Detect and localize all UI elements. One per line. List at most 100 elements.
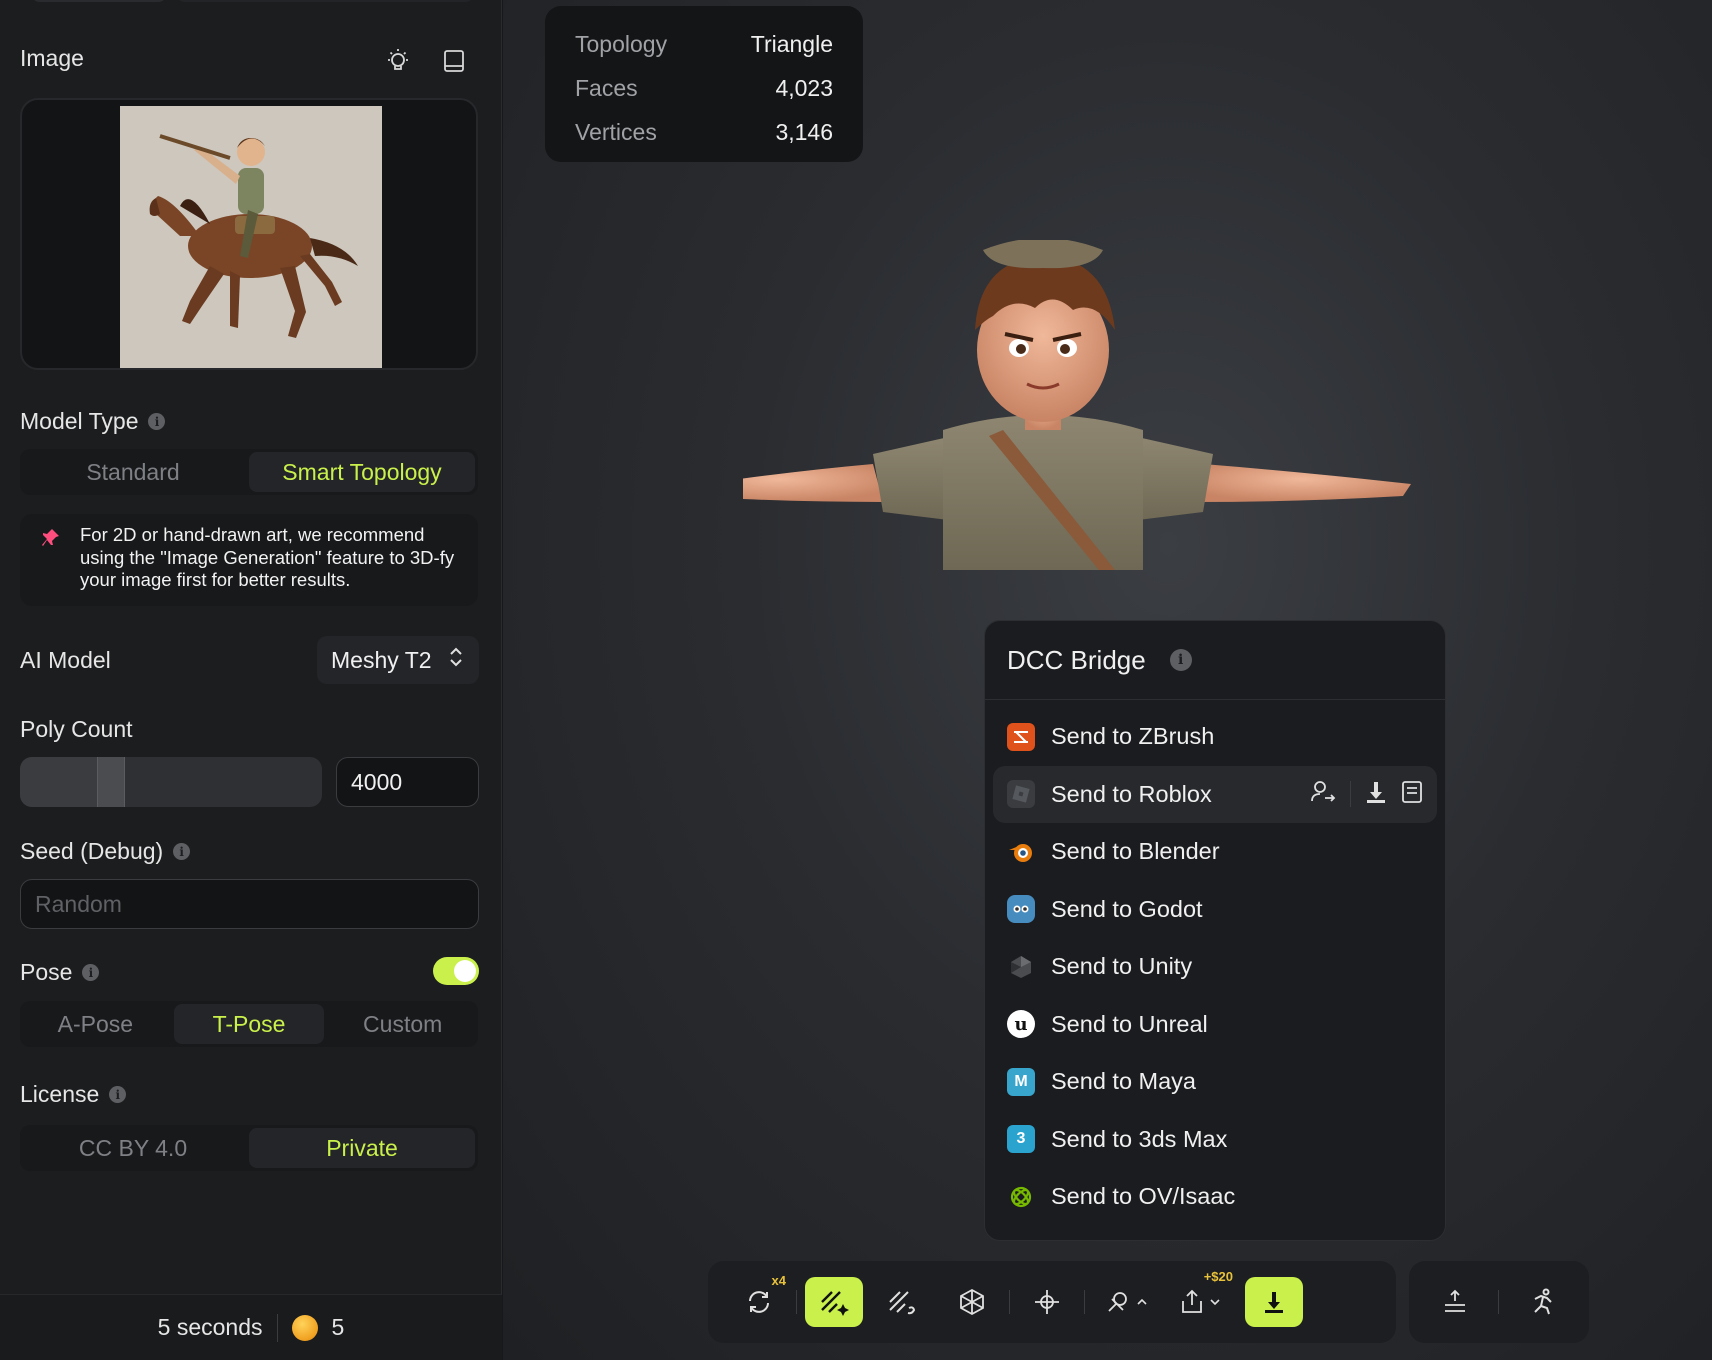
rig-button[interactable]: [1018, 1277, 1076, 1327]
dcc-item-label: Send to OV/Isaac: [1051, 1183, 1236, 1210]
animate-menu-button[interactable]: [1093, 1277, 1159, 1327]
pin-icon: [42, 528, 60, 553]
adjust-ground-button[interactable]: [1426, 1277, 1484, 1327]
send-to-zbrush[interactable]: Send to ZBrush: [993, 708, 1437, 766]
poly-count-slider[interactable]: [20, 757, 322, 807]
info-icon[interactable]: i: [173, 843, 191, 860]
dcc-app-list: Send to ZBrush Send to Roblox Send to Bl…: [985, 700, 1445, 1234]
stat-key: Vertices: [575, 118, 657, 145]
top-tab-stub[interactable]: [30, 0, 168, 2]
generation-footer: 5 seconds 5: [0, 1294, 502, 1360]
texture-magic-button[interactable]: [805, 1277, 863, 1327]
lightbulb-icon[interactable]: [383, 46, 413, 76]
dcc-item-label: Send to Unreal: [1051, 1010, 1208, 1037]
chevron-up-down-icon: [449, 646, 463, 674]
send-to-blender[interactable]: Send to Blender: [993, 823, 1437, 881]
ai-model-select[interactable]: Meshy T2: [317, 636, 479, 684]
book-icon[interactable]: [439, 46, 469, 76]
send-to-maya[interactable]: M Send to Maya: [993, 1053, 1437, 1111]
send-to-unity[interactable]: Send to Unity: [993, 938, 1437, 996]
ai-model-title: AI Model: [20, 647, 111, 673]
send-to-godot[interactable]: Send to Godot: [993, 881, 1437, 939]
pose-toggle[interactable]: [433, 957, 479, 985]
stat-row: Vertices 3,146: [575, 110, 833, 154]
avatar-transfer-icon[interactable]: [1310, 779, 1336, 810]
image-title: Image: [20, 45, 84, 71]
poly-count-header: Poly Count: [20, 716, 133, 743]
divider: [796, 1290, 797, 1314]
texture-edit-button[interactable]: [873, 1277, 931, 1327]
info-icon[interactable]: i: [82, 964, 100, 981]
dcc-bridge-title: DCC Bridge: [1007, 644, 1146, 675]
viewport-toolbar-secondary: [1409, 1261, 1589, 1343]
stat-key: Topology: [575, 30, 668, 57]
unreal-icon: u: [1007, 1010, 1035, 1039]
ai-model-header: AI Model: [20, 647, 111, 674]
share-button[interactable]: +$20: [1167, 1269, 1233, 1327]
license-title: License: [20, 1081, 100, 1107]
divider: [1084, 1290, 1085, 1314]
credit-cost: 5: [331, 1314, 345, 1340]
godot-icon: [1007, 895, 1035, 924]
model-type-standard[interactable]: Standard: [20, 449, 246, 495]
stat-row: Topology Triangle: [575, 22, 833, 66]
divider: [1350, 781, 1351, 808]
license-cc-by[interactable]: CC BY 4.0: [20, 1125, 246, 1171]
send-to-ov-isaac[interactable]: Send to OV/Isaac: [993, 1168, 1437, 1226]
info-icon[interactable]: i: [1169, 649, 1192, 671]
divider: [276, 1313, 278, 1342]
character-model[interactable]: [675, 238, 1543, 660]
poly-count-input[interactable]: [336, 757, 479, 807]
tip-text: For 2D or hand-drawn art, we recommend u…: [80, 524, 455, 590]
top-tab-stub[interactable]: [175, 0, 475, 2]
divider: [1009, 1290, 1010, 1314]
info-icon[interactable]: i: [109, 1086, 127, 1103]
image-section-header: Image: [20, 45, 84, 72]
dcc-bridge-header: DCC Bridge i: [985, 621, 1445, 700]
seed-header: Seed (Debug) i: [20, 838, 191, 865]
model-type-header: Model Type i: [20, 408, 166, 435]
chevron-down-icon: [1210, 1299, 1220, 1306]
recommendation-tip: For 2D or hand-drawn art, we recommend u…: [20, 514, 478, 606]
slider-thumb[interactable]: [97, 757, 125, 807]
3d-viewport[interactable]: Topology Triangle Faces 4,023 Vertices 3…: [503, 0, 1712, 1360]
image-header-actions: [383, 46, 469, 76]
license-header: License i: [20, 1081, 127, 1108]
model-type-title: Model Type: [20, 408, 139, 434]
book-icon[interactable]: [1401, 780, 1423, 809]
dcc-item-label: Send to Unity: [1051, 953, 1193, 980]
info-icon[interactable]: i: [148, 413, 166, 430]
app-root: Image Model Type i Standard Smart Topolo…: [0, 0, 1712, 1360]
pose-a-pose[interactable]: A-Pose: [20, 1001, 171, 1047]
license-private[interactable]: Private: [249, 1128, 475, 1168]
regenerate-button[interactable]: x4: [730, 1273, 788, 1327]
omniverse-icon: [1007, 1183, 1035, 1211]
pose-header: Pose i: [20, 959, 100, 986]
dcc-item-label: Send to 3ds Max: [1051, 1125, 1228, 1152]
unity-icon: [1007, 953, 1035, 981]
zbrush-icon: [1007, 722, 1035, 751]
send-to-roblox[interactable]: Send to Roblox: [993, 765, 1437, 823]
image-upload-box[interactable]: [20, 98, 478, 370]
dcc-item-label: Send to Roblox: [1051, 780, 1212, 807]
send-to-3ds-max[interactable]: 3 Send to 3ds Max: [993, 1111, 1437, 1169]
roblox-icon: [1007, 780, 1035, 809]
toggle-knob: [454, 960, 476, 982]
blender-icon: [1007, 838, 1035, 866]
dcc-item-label: Send to Maya: [1051, 1068, 1197, 1095]
viewport-toolbar: x4 +$20: [708, 1261, 1396, 1343]
pose-title: Pose: [20, 959, 73, 985]
model-type-smart-topology[interactable]: Smart Topology: [249, 452, 475, 492]
stat-row: Faces 4,023: [575, 66, 833, 110]
seed-input[interactable]: [20, 879, 479, 929]
download-button[interactable]: [1245, 1277, 1303, 1327]
send-to-unreal[interactable]: u Send to Unreal: [993, 996, 1437, 1054]
pose-animation-button[interactable]: [1514, 1277, 1572, 1327]
pose-custom[interactable]: Custom: [327, 1001, 478, 1047]
3dsmax-icon: 3: [1007, 1125, 1035, 1154]
model-type-selector: Standard Smart Topology: [20, 449, 478, 495]
stat-key: Faces: [575, 74, 638, 101]
remesh-button[interactable]: [943, 1277, 1001, 1327]
pose-t-pose[interactable]: T-Pose: [173, 1004, 325, 1044]
download-icon[interactable]: [1365, 780, 1387, 809]
